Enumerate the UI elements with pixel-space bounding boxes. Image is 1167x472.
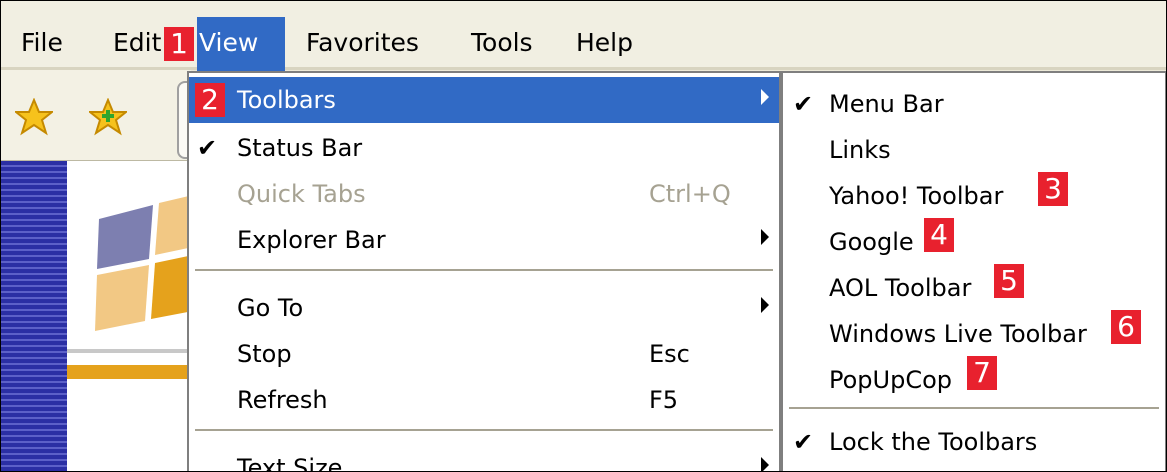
toolbars-submenu: ✔ Menu Bar Links Yahoo! Toolbar Google A… xyxy=(781,71,1166,471)
menu-help[interactable]: Help xyxy=(576,28,633,58)
view-menu-go-to[interactable]: Go To xyxy=(189,285,779,331)
page-accent-line xyxy=(67,365,191,379)
checkmark-icon: ✔ xyxy=(793,428,814,456)
view-menu-explorer-bar[interactable]: Explorer Bar xyxy=(189,217,779,263)
view-menu-stop[interactable]: Stop Esc xyxy=(189,331,779,377)
favorites-toolbar xyxy=(1,70,191,161)
submenu-arrow-icon xyxy=(761,457,769,471)
explorer-bar-label: Explorer Bar xyxy=(237,226,386,254)
toolbar-lock[interactable]: ✔ Lock the Toolbars xyxy=(783,419,1165,463)
menu-favorites[interactable]: Favorites xyxy=(306,28,419,58)
step-badge-5: 5 xyxy=(994,264,1024,298)
lock-label: Lock the Toolbars xyxy=(829,428,1038,456)
submenu-arrow-icon xyxy=(761,297,769,313)
toolbars-label: Toolbars xyxy=(237,86,336,114)
status-bar-label: Status Bar xyxy=(237,134,363,162)
google-label: Google xyxy=(829,228,914,256)
page-divider xyxy=(67,349,191,353)
view-menu-toolbars[interactable]: Toolbars xyxy=(189,77,779,123)
step-badge-3: 3 xyxy=(1038,172,1068,206)
menu-view[interactable]: View xyxy=(199,28,258,58)
checkmark-icon: ✔ xyxy=(197,134,218,162)
menu-tools[interactable]: Tools xyxy=(471,28,533,58)
step-badge-7: 7 xyxy=(967,356,997,390)
toolbar-menu-bar[interactable]: ✔ Menu Bar xyxy=(783,81,1165,125)
menu-file[interactable]: File xyxy=(21,28,63,58)
page-stripe xyxy=(1,161,67,471)
view-menu-text-size[interactable]: Text Size xyxy=(189,445,779,472)
submenu-arrow-icon xyxy=(761,89,769,105)
menu-separator xyxy=(195,429,773,431)
toolbar-windows-live[interactable]: Windows Live Toolbar xyxy=(783,311,1165,355)
stop-label: Stop xyxy=(237,340,292,368)
links-label: Links xyxy=(829,136,891,164)
refresh-label: Refresh xyxy=(237,386,328,414)
menu-bar-label: Menu Bar xyxy=(829,90,944,118)
refresh-shortcut: F5 xyxy=(649,386,679,414)
submenu-separator xyxy=(789,407,1159,409)
favorites-star-icon[interactable] xyxy=(13,97,55,143)
quick-tabs-shortcut: Ctrl+Q xyxy=(649,180,731,208)
popupcop-label: PopUpCop xyxy=(829,366,953,394)
view-menu-quick-tabs: Quick Tabs Ctrl+Q xyxy=(189,171,779,217)
add-favorites-icon[interactable] xyxy=(87,97,129,143)
browser-window: File Edit View Favorites Tools Help 1 To… xyxy=(0,0,1167,472)
step-badge-6: 6 xyxy=(1111,310,1141,344)
windows-logo-image xyxy=(95,195,193,331)
toolbar-links[interactable]: Links xyxy=(783,127,1165,171)
text-size-label: Text Size xyxy=(237,454,343,472)
aol-label: AOL Toolbar xyxy=(829,274,972,302)
step-badge-4: 4 xyxy=(924,218,954,252)
go-to-label: Go To xyxy=(237,294,304,322)
view-menu: Toolbars ✔ Status Bar Quick Tabs Ctrl+Q … xyxy=(187,71,781,472)
submenu-arrow-icon xyxy=(761,229,769,245)
menu-edit[interactable]: Edit xyxy=(113,28,161,58)
toolbar-aol[interactable]: AOL Toolbar xyxy=(783,265,1165,309)
yahoo-label: Yahoo! Toolbar xyxy=(829,182,1004,210)
windows-live-label: Windows Live Toolbar xyxy=(829,320,1087,348)
toolbar-yahoo[interactable]: Yahoo! Toolbar xyxy=(783,173,1165,217)
quick-tabs-label: Quick Tabs xyxy=(237,180,366,208)
view-menu-refresh[interactable]: Refresh F5 xyxy=(189,377,779,423)
step-badge-2: 2 xyxy=(195,83,225,117)
step-badge-1: 1 xyxy=(164,27,194,61)
menu-separator xyxy=(195,269,773,271)
view-menu-status-bar[interactable]: ✔ Status Bar xyxy=(189,125,779,171)
checkmark-icon: ✔ xyxy=(793,90,814,118)
stop-shortcut: Esc xyxy=(649,340,690,368)
toolbar-google[interactable]: Google xyxy=(783,219,1165,263)
